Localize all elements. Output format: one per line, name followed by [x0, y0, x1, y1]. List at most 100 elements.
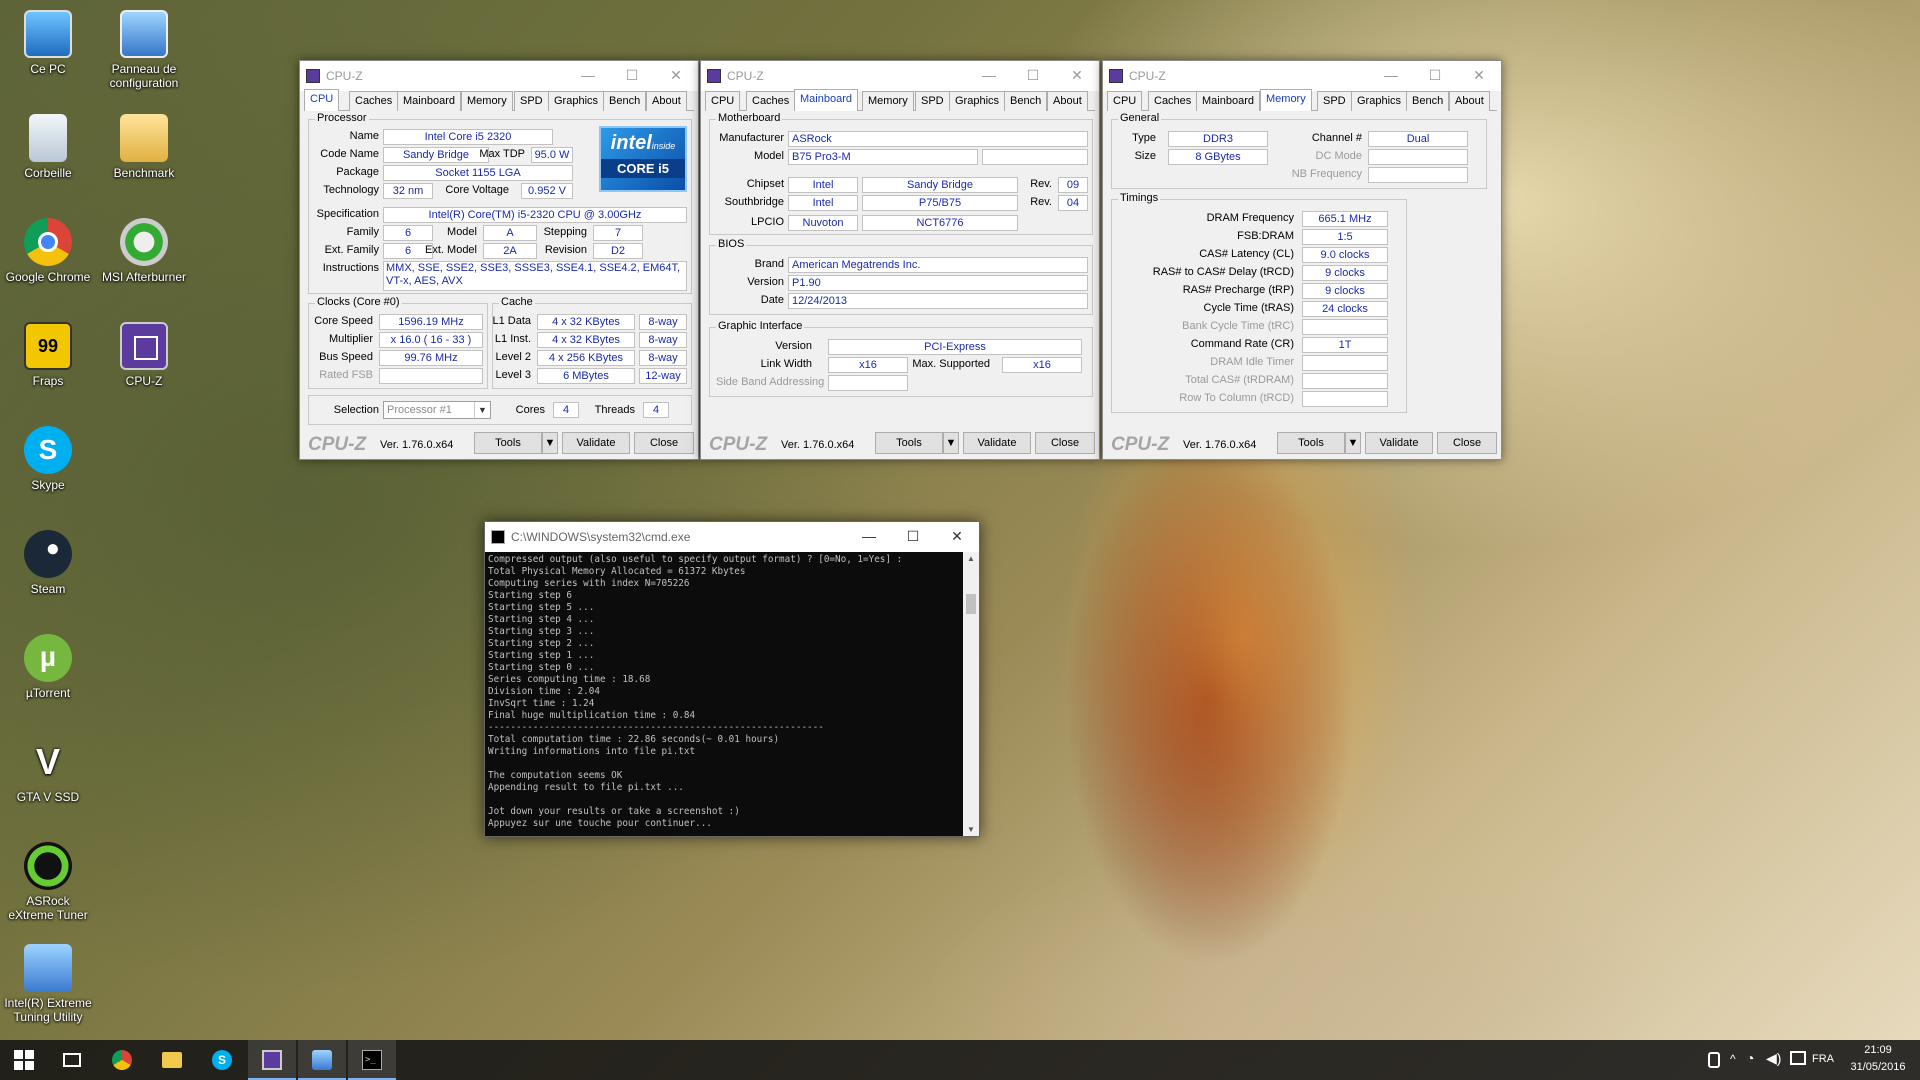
maximize-button[interactable]: ☐ — [610, 61, 654, 91]
input-language[interactable]: FRA — [1812, 1053, 1834, 1065]
desktop-icon-utorrent[interactable]: µ µTorrent — [2, 634, 94, 700]
desktop-icon-msi-afterburner[interactable]: MSI Afterburner — [98, 218, 190, 284]
task-view-button[interactable] — [48, 1040, 96, 1080]
tab-memory[interactable]: Memory — [1260, 89, 1312, 111]
tab-cpu[interactable]: CPU — [1107, 91, 1143, 111]
cpuz-window-mainboard[interactable]: CPU-Z — ☐ ✕ CPU Caches Mainboard Memory … — [700, 60, 1100, 460]
tools-dropdown-button[interactable]: ▼ — [943, 432, 959, 454]
desktop-icon-gta-v[interactable]: V GTA V SSD — [2, 738, 94, 804]
maximize-button[interactable]: ☐ — [891, 522, 935, 552]
tools-button[interactable]: Tools — [875, 432, 943, 454]
validate-button[interactable]: Validate — [1365, 432, 1433, 454]
volume-icon[interactable]: ◀) — [1766, 1050, 1781, 1067]
close-window-button[interactable]: ✕ — [935, 522, 979, 552]
action-center-icon[interactable] — [1790, 1051, 1806, 1065]
window-title: CPU-Z — [727, 69, 764, 83]
taskbar-chrome[interactable] — [98, 1040, 146, 1080]
tab-about[interactable]: About — [1047, 91, 1088, 111]
timings-group: Timings DRAM Frequency 665.1 MHz FSB:DRA… — [1111, 192, 1407, 413]
desktop-icon-this-pc[interactable]: Ce PC — [2, 10, 94, 76]
tools-dropdown-button[interactable]: ▼ — [542, 432, 558, 454]
vertical-scrollbar[interactable]: ▲ ▼ — [963, 552, 979, 836]
scroll-down-icon[interactable]: ▼ — [963, 825, 979, 834]
cpuz-window-memory[interactable]: CPU-Z — ☐ ✕ CPU Caches Mainboard Memory … — [1102, 60, 1502, 460]
scrollbar-thumb[interactable] — [966, 594, 976, 614]
cr-value: 1T — [1302, 337, 1388, 353]
model-extra-value — [982, 149, 1088, 165]
title-bar[interactable]: CPU-Z — ☐ ✕ — [701, 61, 1099, 91]
scroll-up-icon[interactable]: ▲ — [963, 554, 979, 563]
title-bar[interactable]: C:\WINDOWS\system32\cmd.exe — ☐ ✕ — [485, 522, 979, 552]
taskbar-file-explorer[interactable] — [148, 1040, 196, 1080]
close-button[interactable]: Close — [1035, 432, 1095, 454]
tools-button[interactable]: Tools — [1277, 432, 1345, 454]
tools-dropdown-button[interactable]: ▼ — [1345, 432, 1361, 454]
close-button[interactable]: Close — [1437, 432, 1497, 454]
validate-button[interactable]: Validate — [963, 432, 1031, 454]
chevron-up-icon[interactable]: ^ — [1730, 1052, 1736, 1066]
tab-about[interactable]: About — [646, 91, 687, 111]
maximize-button[interactable]: ☐ — [1011, 61, 1055, 91]
minimize-button[interactable]: — — [967, 61, 1011, 91]
close-window-button[interactable]: ✕ — [654, 61, 698, 91]
cpuz-logo: CPU-Z — [308, 434, 367, 455]
tools-button[interactable]: Tools — [474, 432, 542, 454]
taskbar-cmd[interactable]: >_ — [348, 1040, 396, 1080]
close-button[interactable]: Close — [634, 432, 694, 454]
close-window-button[interactable]: ✕ — [1457, 61, 1501, 91]
cpuz-window-cpu[interactable]: CPU-Z — ☐ ✕ CPU Caches Mainboard Memory … — [299, 60, 699, 460]
manufacturer-value: ASRock — [788, 131, 1088, 147]
tab-about[interactable]: About — [1449, 91, 1490, 111]
tab-mainboard[interactable]: Mainboard — [794, 89, 858, 111]
taskbar-intel-xtu[interactable] — [298, 1040, 346, 1080]
taskbar-cpuz[interactable] — [248, 1040, 296, 1080]
desktop-icon-intel-xtu[interactable]: Intel(R) Extreme Tuning Utility — [2, 944, 94, 1024]
tab-caches[interactable]: Caches — [349, 91, 399, 111]
desktop-icon-recycle-bin[interactable]: Corbeille — [2, 114, 94, 180]
tab-graphics[interactable]: Graphics — [548, 91, 605, 111]
desktop-icon-skype[interactable]: S Skype — [2, 426, 94, 492]
desktop-icon-fraps[interactable]: 99 Fraps — [2, 322, 94, 388]
minimize-button[interactable]: — — [566, 61, 610, 91]
tab-bar: CPU Caches Mainboard Memory SPD Graphics… — [1107, 89, 1497, 111]
validate-button[interactable]: Validate — [562, 432, 630, 454]
desktop-icon-control-panel[interactable]: Panneau de configuration — [98, 10, 190, 90]
tab-spd[interactable]: SPD — [1317, 91, 1352, 111]
desktop-icon-asrock-tuner[interactable]: ASRock eXtreme Tuner — [2, 842, 94, 922]
tab-caches[interactable]: Caches — [1148, 91, 1198, 111]
tab-graphics[interactable]: Graphics — [949, 91, 1006, 111]
tab-caches[interactable]: Caches — [746, 91, 796, 111]
tab-mainboard[interactable]: Mainboard — [397, 91, 461, 111]
cmd-window[interactable]: C:\WINDOWS\system32\cmd.exe — ☐ ✕ Compre… — [484, 521, 980, 837]
desktop-icon-steam[interactable]: Steam — [2, 530, 94, 596]
title-bar[interactable]: CPU-Z — ☐ ✕ — [300, 61, 698, 91]
desktop-icon-benchmark[interactable]: Benchmark — [98, 114, 190, 180]
tab-mainboard[interactable]: Mainboard — [1196, 91, 1260, 111]
tab-bench[interactable]: Bench — [1406, 91, 1450, 111]
network-icon[interactable]: ◔ — [1746, 1050, 1754, 1066]
clock-date[interactable]: 31/05/2016 — [1846, 1061, 1910, 1073]
close-window-button[interactable]: ✕ — [1055, 61, 1099, 91]
usb-device-icon[interactable] — [1708, 1052, 1720, 1068]
minimize-button[interactable]: — — [1369, 61, 1413, 91]
tab-bench[interactable]: Bench — [603, 91, 647, 111]
tab-graphics[interactable]: Graphics — [1351, 91, 1408, 111]
tab-cpu[interactable]: CPU — [705, 91, 741, 111]
start-button[interactable] — [0, 1040, 48, 1080]
console-output[interactable]: Compressed output (also useful to specif… — [485, 552, 963, 836]
minimize-button[interactable]: — — [847, 522, 891, 552]
tab-cpu[interactable]: CPU — [304, 89, 340, 111]
title-bar[interactable]: CPU-Z — ☐ ✕ — [1103, 61, 1501, 91]
tab-spd[interactable]: SPD — [514, 91, 549, 111]
tab-spd[interactable]: SPD — [915, 91, 950, 111]
processor-selection-dropdown[interactable]: Processor #1 ▼ — [383, 401, 491, 419]
desktop-icon-chrome[interactable]: Google Chrome — [2, 218, 94, 284]
clock-time[interactable]: 21:09 — [1846, 1044, 1910, 1056]
desktop-icon-cpuz[interactable]: CPU-Z — [98, 322, 190, 388]
tab-bench[interactable]: Bench — [1004, 91, 1048, 111]
maximize-button[interactable]: ☐ — [1413, 61, 1457, 91]
tab-memory[interactable]: Memory — [862, 91, 914, 111]
tab-memory[interactable]: Memory — [461, 91, 513, 111]
trp-label: RAS# Precharge (tRP) — [1182, 284, 1294, 296]
taskbar-skype[interactable]: S — [198, 1040, 246, 1080]
